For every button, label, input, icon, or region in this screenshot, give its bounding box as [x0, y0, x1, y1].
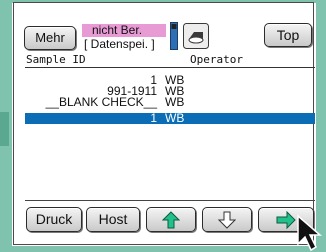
footer-divider [25, 200, 315, 201]
table-row[interactable]: __BLANK CHECK__ WB [25, 95, 315, 109]
operator-cell: WB [165, 111, 185, 125]
frame-accent [0, 112, 9, 146]
scroll-down-button[interactable] [202, 207, 252, 232]
arrow-right-icon [276, 210, 296, 229]
storage-status: [ Datenspei. ] [84, 37, 155, 51]
header-divider [25, 67, 315, 68]
druck-button[interactable]: Druck [26, 207, 82, 232]
scroll-up-button[interactable] [146, 207, 196, 232]
sample-id-cell: 1 [150, 111, 157, 125]
arrow-down-icon [218, 211, 236, 229]
arrow-up-icon [162, 210, 180, 228]
analyzer-screen: Mehr nicht Ber. [ Datenspei. ] Top Sampl… [0, 0, 326, 252]
storage-icon [170, 22, 178, 50]
table-row-selected[interactable]: 1 WB [25, 111, 315, 125]
top-button[interactable]: Top [264, 23, 312, 47]
sample-id-cell: __BLANK CHECK__ [45, 95, 157, 109]
operator-cell: WB [165, 95, 185, 109]
mouse-pointer-icon [297, 214, 323, 252]
print-icon[interactable] [183, 23, 209, 49]
column-header-sample-id: Sample ID [26, 53, 86, 66]
mehr-button[interactable]: Mehr [24, 26, 76, 50]
host-button[interactable]: Host [86, 207, 140, 232]
column-header-operator: Operator [190, 53, 243, 66]
status-indicator: nicht Ber. [82, 24, 166, 37]
frame-bottom [0, 246, 326, 252]
